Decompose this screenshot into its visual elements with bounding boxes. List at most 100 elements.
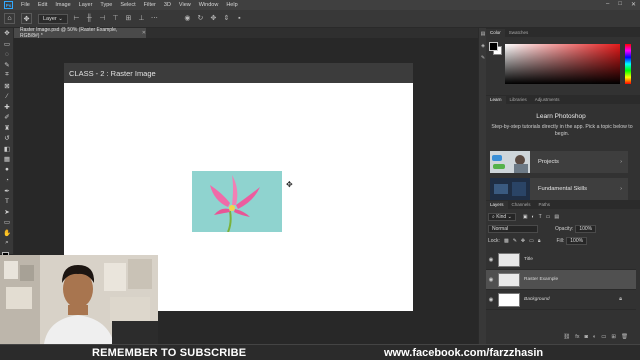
layer-thumbnail <box>498 292 520 307</box>
opacity-input[interactable]: 100% <box>575 225 597 233</box>
pen-tool-icon[interactable]: ✒ <box>0 186 14 197</box>
align-center-icon[interactable]: ╫ <box>86 15 93 22</box>
clone-stamp-tool-icon[interactable]: ♜ <box>0 123 14 134</box>
menu-3d[interactable]: 3D <box>160 2 175 8</box>
artboard-tool-icon[interactable]: ▭ <box>0 39 14 50</box>
layer-thumbnail <box>498 252 520 267</box>
visibility-eye-icon[interactable]: ◉ <box>486 257 496 263</box>
lock-image-icon[interactable]: ✎ <box>513 238 517 244</box>
frame-tool-icon[interactable]: ⊠ <box>0 81 14 92</box>
move-tool-icon[interactable]: ✥ <box>0 28 14 39</box>
auto-select-dropdown[interactable]: Layer ⌄ <box>38 13 68 24</box>
lock-transparent-icon[interactable]: ▩ <box>504 238 509 244</box>
lock-artboard-icon[interactable]: ▭ <box>529 238 534 244</box>
filter-type-icon[interactable]: T <box>539 214 542 220</box>
menu-type[interactable]: Type <box>96 2 116 8</box>
color-panel-foreground-swatch[interactable] <box>489 42 498 51</box>
filter-adjustment-icon[interactable]: ◐ <box>532 214 535 220</box>
layers-panel-actions: ⛓︎ fx ◙ ◐ ▭ ⊞ 🗑︎ <box>486 332 636 342</box>
eraser-tool-icon[interactable]: ◧ <box>0 144 14 155</box>
menu-file[interactable]: File <box>17 2 34 8</box>
tab-libraries[interactable]: Libraries <box>506 96 531 104</box>
color-picker-field[interactable] <box>505 44 620 84</box>
3d-slide-icon[interactable]: ⇕ <box>223 15 230 22</box>
lock-all-icon[interactable]: 🔒︎ <box>538 238 541 244</box>
align-right-icon[interactable]: ⊣ <box>99 15 106 22</box>
align-bottom-icon[interactable]: ⊥ <box>138 15 145 22</box>
blur-tool-icon[interactable]: ● <box>0 165 14 176</box>
learn-card-fundamental-skills[interactable]: Fundamental Skills › <box>490 178 628 200</box>
spot-healing-tool-icon[interactable]: ✚ <box>0 102 14 113</box>
hand-tool-icon[interactable]: ✋ <box>0 228 14 239</box>
align-left-icon[interactable]: ⊢ <box>73 15 80 22</box>
crop-tool-icon[interactable]: ⌗ <box>0 70 14 81</box>
new-group-icon[interactable]: ▭ <box>601 334 606 340</box>
lock-position-icon[interactable]: ✥ <box>521 238 525 244</box>
new-layer-icon[interactable]: ⊞ <box>611 334 616 340</box>
color-panel-fg-bg[interactable] <box>489 42 503 56</box>
eyedropper-tool-icon[interactable]: ⁄ <box>0 91 14 102</box>
dodge-tool-icon[interactable]: ◔ <box>0 175 14 186</box>
layer-row-raster-example[interactable]: ◉ Raster Example <box>486 270 636 290</box>
filter-pixel-icon[interactable]: ▣ <box>523 214 528 220</box>
menu-edit[interactable]: Edit <box>34 2 51 8</box>
filter-smart-icon[interactable]: ▤ <box>554 214 559 220</box>
tab-layers[interactable]: Layers <box>486 201 508 209</box>
hue-slider[interactable] <box>625 44 631 84</box>
maximize-button[interactable]: □ <box>618 1 622 8</box>
history-brush-tool-icon[interactable]: ↺ <box>0 133 14 144</box>
quick-select-tool-icon[interactable]: ✎ <box>0 60 14 71</box>
layer-style-icon[interactable]: fx <box>575 334 579 340</box>
menu-window[interactable]: Window <box>195 2 223 8</box>
filter-shape-icon[interactable]: ▭ <box>546 214 551 220</box>
type-tool-icon[interactable]: T <box>0 196 14 207</box>
gradient-tool-icon[interactable]: ▦ <box>0 154 14 165</box>
close-tab-icon[interactable]: ✕ <box>142 30 146 36</box>
layer-row-title[interactable]: ◉ Title <box>486 250 636 270</box>
align-top-icon[interactable]: ⊤ <box>112 15 119 22</box>
menu-image[interactable]: Image <box>51 2 74 8</box>
menu-help[interactable]: Help <box>222 2 241 8</box>
menu-layer[interactable]: Layer <box>75 2 97 8</box>
link-layers-icon[interactable]: ⛓︎ <box>563 334 570 340</box>
chevron-right-icon: › <box>620 186 622 192</box>
3d-mode-icon[interactable]: ◉ <box>184 15 191 22</box>
3d-drag-icon[interactable]: ✥ <box>210 15 217 22</box>
visibility-eye-icon[interactable]: ◉ <box>486 277 496 283</box>
menu-select[interactable]: Select <box>116 2 139 8</box>
add-mask-icon[interactable]: ◙ <box>585 334 588 340</box>
blend-mode-select[interactable]: Normal <box>488 225 538 233</box>
artboard-title[interactable]: CLASS - 2 : Raster Image <box>64 63 413 83</box>
tab-paths[interactable]: Paths <box>535 201 555 209</box>
blend-mode-value: Normal <box>492 226 509 232</box>
raster-example-image[interactable] <box>192 171 282 232</box>
menu-view[interactable]: View <box>175 2 195 8</box>
3d-rotate-icon[interactable]: ↻ <box>197 15 204 22</box>
tab-adjustments[interactable]: Adjustments <box>531 96 564 104</box>
home-icon[interactable]: ⌂ <box>4 13 15 24</box>
zoom-tool-icon[interactable]: ⌕ <box>0 238 14 249</box>
tab-channels[interactable]: Channels <box>508 201 535 209</box>
minimize-button[interactable]: – <box>606 1 609 8</box>
layer-filter-kind[interactable]: ⌕ Kind ⌄ <box>488 213 516 221</box>
layer-row-background[interactable]: ◉ Background 🔒︎ <box>486 290 636 310</box>
brush-tool-icon[interactable]: ✐ <box>0 112 14 123</box>
delete-layer-icon[interactable]: 🗑︎ <box>621 334 628 340</box>
rectangle-tool-icon[interactable]: ▭ <box>0 217 14 228</box>
tab-learn[interactable]: Learn <box>486 96 506 104</box>
learn-card-projects[interactable]: Projects › <box>490 151 628 173</box>
path-select-tool-icon[interactable]: ➤ <box>0 207 14 218</box>
visibility-eye-icon[interactable]: ◉ <box>486 297 496 303</box>
3d-scale-icon[interactable]: ▪ <box>236 15 243 22</box>
lasso-tool-icon[interactable]: ◌ <box>0 49 14 60</box>
menu-filter[interactable]: Filter <box>140 2 160 8</box>
move-icon[interactable]: ✥ <box>21 13 32 24</box>
tab-swatches[interactable]: Swatches <box>505 29 533 37</box>
document-tab[interactable]: Raster Image.psd @ 50% (Raster Example, … <box>14 27 146 39</box>
tab-color[interactable]: Color <box>486 29 505 37</box>
more-options-icon[interactable]: ⋯ <box>151 15 158 22</box>
adjustment-layer-icon[interactable]: ◐ <box>593 334 596 340</box>
close-button[interactable]: ✕ <box>631 1 636 8</box>
fill-input[interactable]: 100% <box>566 237 588 245</box>
align-middle-icon[interactable]: ⊞ <box>125 15 132 22</box>
